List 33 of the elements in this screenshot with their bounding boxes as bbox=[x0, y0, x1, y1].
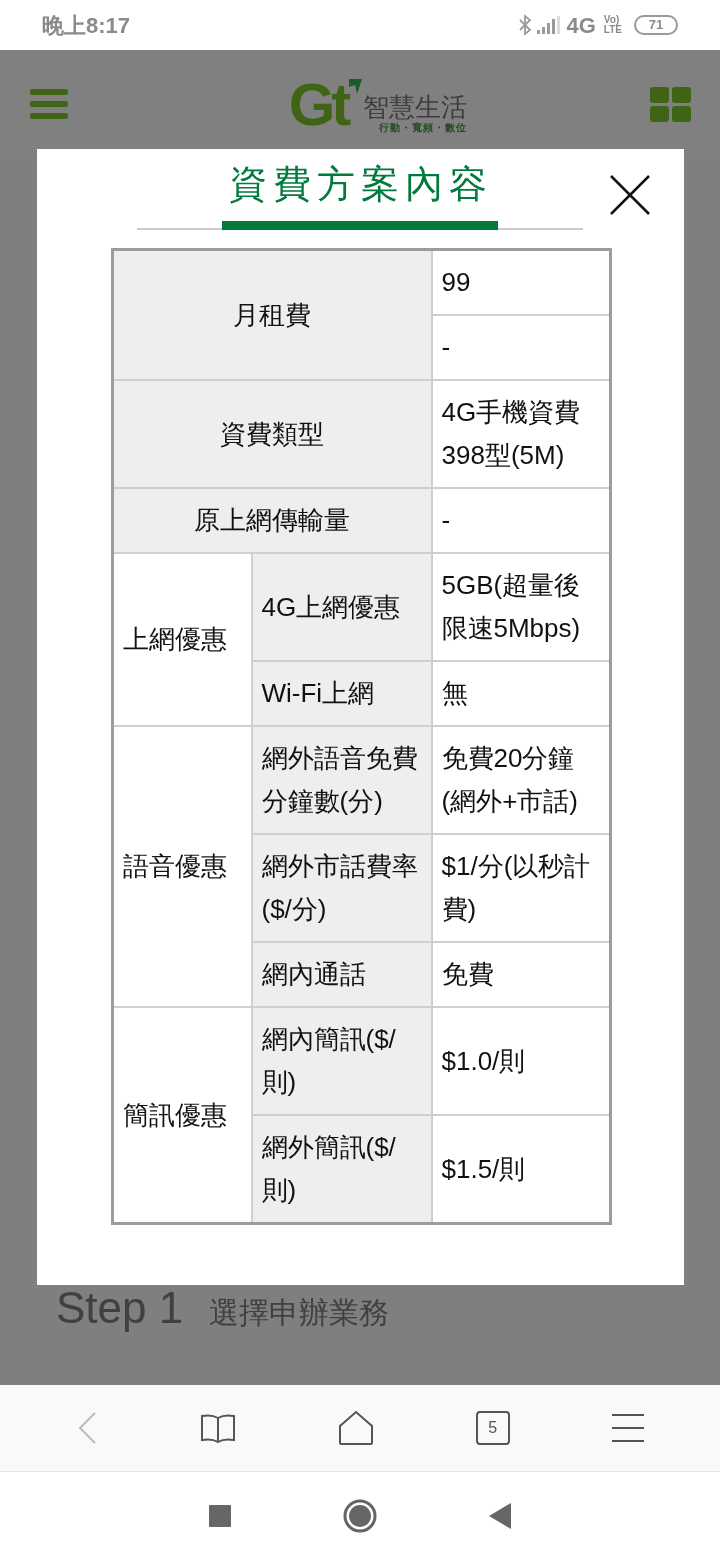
dialog-title: 資費方案內容 bbox=[228, 162, 493, 203]
volte-label: Vo) bbox=[603, 15, 620, 25]
tabs-button[interactable]: 5 bbox=[475, 1411, 510, 1445]
row-label: 語音優惠 bbox=[112, 726, 252, 1007]
row-sublabel: 網外簡訊($/則) bbox=[251, 1115, 432, 1224]
logo-mark: Gt bbox=[288, 75, 348, 135]
row-sublabel: 網內簡訊($/則) bbox=[251, 1007, 432, 1115]
home-icon[interactable] bbox=[338, 1410, 374, 1446]
book-icon[interactable] bbox=[200, 1412, 237, 1444]
back-icon[interactable] bbox=[489, 1503, 511, 1529]
menu-icon[interactable] bbox=[611, 1413, 646, 1443]
step-title: 選擇申辦業務 bbox=[209, 1295, 390, 1331]
row-label: 月租費 bbox=[112, 249, 432, 380]
network-type: 4G bbox=[566, 11, 596, 40]
bluetooth-icon bbox=[518, 14, 533, 36]
row-sublabel: 網內通話 bbox=[251, 942, 432, 1007]
logo-tagline: 行動・寬頻・數位 bbox=[379, 121, 468, 135]
clock-time: 晚上8:17 bbox=[42, 11, 131, 40]
row-label: 資費類型 bbox=[112, 380, 432, 488]
signal-icon bbox=[536, 15, 563, 35]
row-label: 原上網傳輸量 bbox=[112, 488, 432, 553]
home-icon[interactable] bbox=[343, 1499, 377, 1533]
battery-indicator: 71 bbox=[634, 15, 678, 35]
volte-label: LTE bbox=[603, 25, 622, 35]
row-sublabel: 網外語音免費分鐘數(分) bbox=[251, 726, 432, 834]
logo-arrow-icon bbox=[347, 77, 364, 95]
row-sublabel: Wi-Fi上網 bbox=[251, 661, 432, 726]
row-label: 上網優惠 bbox=[112, 553, 252, 726]
step-number: Step 1 bbox=[56, 1282, 184, 1334]
row-sublabel: 4G上網優惠 bbox=[251, 553, 432, 661]
close-icon[interactable] bbox=[610, 175, 650, 215]
row-sublabel: 網外市話費率($/分) bbox=[251, 834, 432, 942]
logo-name: 智慧生活 bbox=[363, 94, 468, 120]
